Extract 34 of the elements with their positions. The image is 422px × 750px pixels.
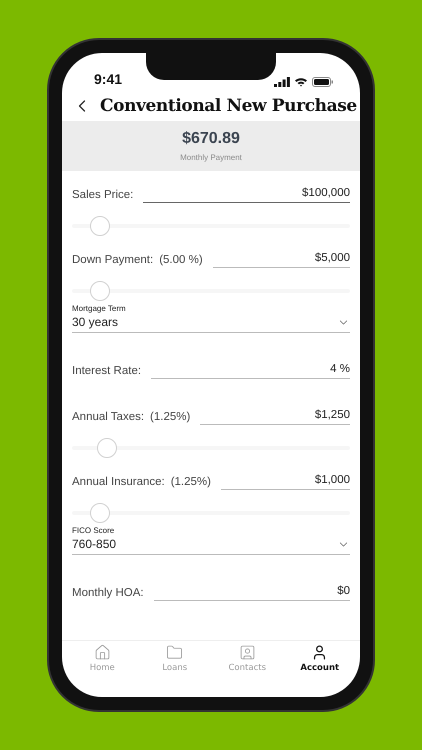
field-label: Annual Taxes: — [72, 411, 144, 425]
input-field[interactable]: $1,000 — [220, 474, 350, 490]
field-label: Mortgage Term — [72, 304, 127, 313]
input-field[interactable]: $100,000 — [143, 187, 350, 203]
percent-note: (1.25%) — [150, 411, 190, 425]
field-label: FICO Score — [72, 526, 116, 535]
field-label: Sales Price: — [72, 189, 134, 203]
field-label: Interest Rate: — [72, 365, 142, 379]
payment-amount: $670.89 — [182, 130, 240, 148]
field-label: Monthly HOA: — [72, 587, 144, 601]
input-field[interactable]: $0 — [154, 585, 350, 601]
screen-title: Conventional New Purchase — [100, 96, 357, 116]
field-label: Annual Insurance: — [72, 476, 165, 490]
contact-card-icon — [238, 644, 256, 661]
signal-icon — [274, 77, 290, 87]
battery-icon — [312, 77, 334, 87]
slider-thumb[interactable] — [90, 503, 110, 523]
input-field[interactable]: $5,000 — [212, 252, 350, 268]
payment-caption: Monthly Payment — [180, 153, 242, 162]
percent-note: (5.00 %) — [159, 254, 203, 268]
tab[interactable]: Account — [284, 644, 355, 697]
wifi-icon — [294, 77, 308, 87]
slider-thumb[interactable] — [96, 438, 117, 458]
status-time: 9:41 — [94, 71, 122, 87]
field-label: Down Payment: — [72, 254, 154, 268]
dropdown-field[interactable]: 760-850 — [72, 535, 350, 555]
input-field[interactable]: 4 % — [151, 363, 350, 379]
slider-thumb[interactable] — [90, 281, 110, 301]
dropdown-field[interactable]: 30 years — [72, 313, 350, 333]
folder-icon — [166, 644, 184, 661]
home-icon — [94, 644, 111, 661]
percent-note: (1.25%) — [170, 476, 211, 490]
slider-thumb[interactable] — [90, 216, 110, 236]
input-field[interactable]: $1,250 — [200, 409, 350, 425]
